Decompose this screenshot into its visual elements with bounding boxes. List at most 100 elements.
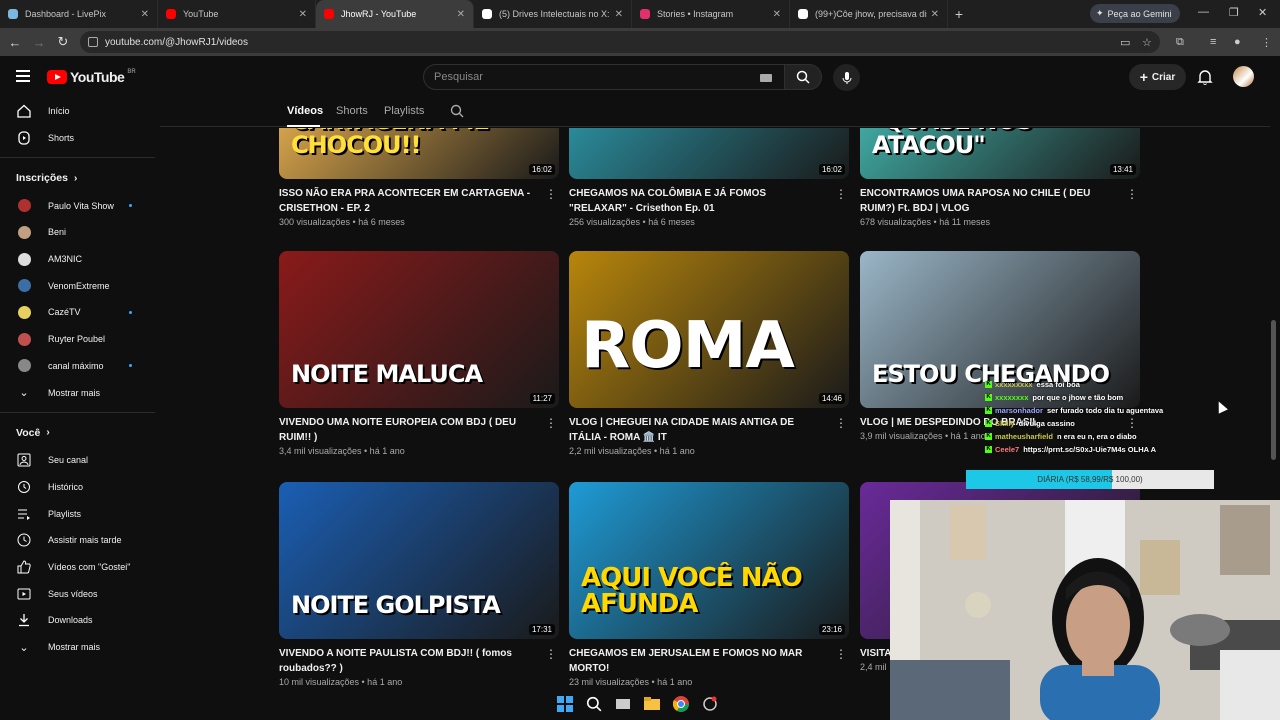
chat-message: Kxxxxxxxxx essa foi boa: [985, 380, 1080, 389]
video-title[interactable]: ISSO NÃO ERA PRA ACONTECER EM CARTAGENA …: [279, 186, 534, 216]
tab-search-icon[interactable]: ≡: [1210, 36, 1216, 48]
site-info-icon[interactable]: [88, 37, 98, 47]
close-tab-icon[interactable]: ✕: [931, 9, 939, 20]
page-scrollbar[interactable]: [1271, 320, 1276, 460]
sidebar-item-thumbs-up[interactable]: Vídeos com "Gostei": [0, 554, 155, 581]
sidebar-item-home[interactable]: Início: [0, 98, 155, 125]
video-thumbnail[interactable]: AQUI VOCÊ NÃO AFUNDA 23:16: [569, 482, 849, 639]
sidebar-subscription-item[interactable]: canal máximo: [0, 353, 155, 380]
subscriptions-heading[interactable]: Inscrições ›: [0, 164, 155, 192]
new-tab-icon[interactable]: +: [948, 6, 970, 22]
tab-favicon-icon: [482, 9, 492, 19]
video-card[interactable]: "QUASE NOS ATACOU" 13:41 ENCONTRAMOS UMA…: [860, 22, 1142, 227]
sidebar-subscription-item[interactable]: Paulo Vita Show: [0, 192, 155, 219]
video-title[interactable]: VIVENDO A NOITE PAULISTA COM BDJ!! ( fom…: [279, 646, 534, 676]
close-tab-icon[interactable]: ✕: [299, 9, 307, 20]
sidebar-item-history[interactable]: Histórico: [0, 474, 155, 501]
taskbar-search-icon[interactable]: [584, 694, 604, 714]
video-thumbnail[interactable]: NOITE MALUCA 11:27: [279, 251, 559, 408]
video-thumbnail[interactable]: NOITE GOLPISTA 17:31: [279, 482, 559, 639]
video-duration: 16:02: [818, 164, 845, 175]
chat-message: K Ceele7 https://prnt.sc/S0xJ-Uie7M4s OLHA…: [985, 445, 1156, 454]
show-more-you-button[interactable]: ⌄ Mostrar mais: [0, 634, 155, 661]
chat-message: Kmatheusharfield n era eu n, era o diabo: [985, 432, 1137, 441]
more-actions-icon[interactable]: ⋮: [835, 187, 847, 201]
video-title[interactable]: CHEGAMOS EM JERUSALEM E FOMOS NO MAR MOR…: [569, 646, 824, 676]
close-tab-icon[interactable]: ✕: [615, 9, 623, 20]
browser-tab[interactable]: Dashboard - LivePix ✕: [0, 0, 158, 28]
extensions-icon[interactable]: ⧉: [1176, 36, 1184, 49]
windows-start-icon[interactable]: [555, 694, 575, 714]
minimize-icon[interactable]: —: [1198, 6, 1209, 18]
thumbnail-text: "QUASE NOS ATACOU": [872, 128, 1033, 159]
channel-avatar: [17, 332, 31, 346]
video-title[interactable]: CHEGAMOS NA COLÔMBIA E JÁ FOMOS "RELAXAR…: [569, 186, 824, 216]
video-meta: 256 visualizações • há 6 meses: [569, 217, 695, 227]
back-icon[interactable]: ←: [3, 35, 27, 50]
close-tab-icon[interactable]: ✕: [773, 9, 781, 20]
file-explorer-icon[interactable]: [642, 694, 662, 714]
video-title[interactable]: VIVENDO UMA NOITE EUROPEIA COM BDJ ( DEU…: [279, 415, 534, 445]
sidebar-subscription-item[interactable]: Beni: [0, 219, 155, 246]
channel-avatar: [17, 199, 31, 213]
video-card[interactable]: 16:02 CHEGAMOS NA COLÔMBIA E JÁ FOMOS "R…: [569, 22, 851, 227]
close-window-icon[interactable]: ✕: [1258, 6, 1267, 19]
sidebar-item-clock[interactable]: Assistir mais tarde: [0, 527, 155, 554]
browser-menu-icon[interactable]: ⋮: [1261, 36, 1272, 49]
sidebar-item-playlist[interactable]: Playlists: [0, 500, 155, 527]
sidebar-subscription-item[interactable]: AM3NIC: [0, 246, 155, 273]
close-tab-icon[interactable]: ✕: [457, 9, 465, 20]
youtube-logo[interactable]: YouTube BR: [47, 69, 136, 85]
sidebar-item-user[interactable]: Seu canal: [0, 447, 155, 474]
video-duration: 11:27: [529, 393, 555, 404]
shorts-icon: [18, 131, 30, 145]
forward-icon[interactable]: →: [27, 35, 51, 50]
sidebar: Início Shorts Inscrições › Paulo Vita Show Be…: [0, 98, 155, 688]
profile-icon[interactable]: ●: [1234, 36, 1241, 48]
sidebar-subscription-item[interactable]: CazéTV: [0, 299, 155, 326]
sidebar-item-video[interactable]: Seus vídeos: [0, 580, 155, 607]
sidebar-item-shorts[interactable]: Shorts: [0, 125, 155, 152]
bookmark-star-icon[interactable]: ☆: [1142, 36, 1152, 49]
sidebar-subscription-item[interactable]: VenomExtreme: [0, 272, 155, 299]
notifications-bell-icon[interactable]: [1197, 68, 1213, 86]
stream-chat-overlay: Kxxxxxxxxx essa foi boa Kxxxxxxxx por que o…: [985, 378, 1220, 456]
chrome-icon[interactable]: [671, 694, 691, 714]
video-card[interactable]: CARTAGENA ME CHOCOU!! 16:02 ISSO NÃO ERA…: [279, 22, 561, 227]
maximize-icon[interactable]: ❐: [1229, 6, 1239, 19]
more-actions-icon[interactable]: ⋮: [545, 647, 557, 661]
video-thumbnail[interactable]: "QUASE NOS ATACOU" 13:41: [860, 128, 1140, 179]
close-tab-icon[interactable]: ✕: [141, 9, 149, 20]
more-actions-icon[interactable]: ⋮: [545, 416, 557, 430]
gemini-button[interactable]: ✦ Peça ao Gemini: [1090, 4, 1180, 23]
more-actions-icon[interactable]: ⋮: [1126, 187, 1138, 201]
video-meta: 10 mil visualizações • há 1 ano: [279, 677, 403, 687]
video-thumbnail[interactable]: 16:02: [569, 128, 849, 179]
show-more-subscriptions-button[interactable]: ⌄ Mostrar mais: [0, 379, 155, 406]
video-card[interactable]: NOITE MALUCA 11:27 VIVENDO UMA NOITE EUR…: [279, 251, 561, 456]
more-actions-icon[interactable]: ⋮: [835, 416, 847, 430]
video-card[interactable]: NOITE GOLPISTA 17:31 VIVENDO A NOITE PAU…: [279, 482, 561, 687]
video-card[interactable]: ROMA 14:46 VLOG | CHEGUEI NA CIDADE MAIS…: [569, 251, 851, 456]
app-icon[interactable]: [700, 694, 720, 714]
video-card[interactable]: AQUI VOCÊ NÃO AFUNDA 23:16 CHEGAMOS EM J…: [569, 482, 851, 687]
you-heading[interactable]: Você ›: [0, 419, 155, 447]
account-avatar[interactable]: [1233, 66, 1254, 87]
more-actions-icon[interactable]: ⋮: [835, 647, 847, 661]
video-title[interactable]: VLOG | CHEGUEI NA CIDADE MAIS ANTIGA DE …: [569, 415, 824, 445]
new-content-dot: [129, 364, 132, 368]
video-duration: 14:46: [818, 393, 845, 404]
sidebar-item-download[interactable]: Downloads: [0, 607, 155, 634]
video-thumbnail[interactable]: ROMA 14:46: [569, 251, 849, 408]
chevron-down-icon: ⌄: [19, 387, 29, 400]
video-thumbnail[interactable]: CARTAGENA ME CHOCOU!! 16:02: [279, 128, 559, 179]
more-actions-icon[interactable]: ⋮: [545, 187, 557, 201]
history-icon: [18, 480, 30, 493]
sidebar-subscription-item[interactable]: Ruyter Poubel: [0, 326, 155, 353]
task-view-icon[interactable]: [613, 694, 633, 714]
reload-icon[interactable]: ↻: [51, 34, 75, 50]
chat-message: Kxxxxxxxx por que o jhow e tão bom: [985, 393, 1124, 402]
hamburger-menu-icon[interactable]: [16, 70, 30, 85]
video-title[interactable]: ENCONTRAMOS UMA RAPOSA NO CHILE ( DEU RU…: [860, 186, 1115, 216]
download-icon: [19, 614, 29, 627]
